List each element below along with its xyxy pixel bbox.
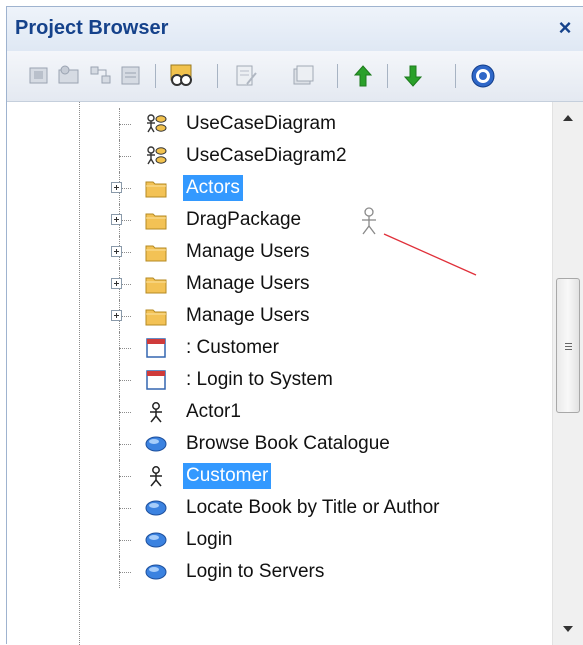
expand-toggle-icon[interactable] bbox=[111, 182, 122, 193]
tree-item[interactable]: Login to Servers bbox=[7, 556, 551, 588]
panel-titlebar: Project Browser × bbox=[7, 7, 583, 51]
tree-connector bbox=[119, 124, 131, 125]
use-case-icon bbox=[145, 529, 167, 551]
expand-toggle-icon[interactable] bbox=[111, 246, 122, 257]
tree-connector bbox=[119, 348, 131, 349]
instance-icon bbox=[145, 369, 167, 391]
scroll-up-arrow-icon[interactable] bbox=[553, 104, 583, 132]
actor-icon bbox=[145, 401, 167, 423]
use-case-icon bbox=[145, 433, 167, 455]
tree-item[interactable]: UseCaseDiagram2 bbox=[7, 140, 551, 172]
tree-item-label: Manage Users bbox=[186, 241, 310, 262]
folder-icon bbox=[145, 273, 167, 295]
tree-item-label: Manage Users bbox=[186, 305, 310, 326]
vertical-scrollbar[interactable] bbox=[552, 102, 583, 645]
use-case-icon bbox=[145, 561, 167, 583]
tree-connector bbox=[119, 380, 131, 381]
tree-item[interactable]: DragPackage bbox=[7, 204, 551, 236]
tree-item[interactable]: Actor1 bbox=[7, 396, 551, 428]
expand-toggle-icon[interactable] bbox=[111, 214, 122, 225]
tree-item[interactable]: Login bbox=[7, 524, 551, 556]
project-tree[interactable]: UseCaseDiagram UseCaseDiagram2 Actors DragP… bbox=[7, 102, 551, 645]
toolbar-separator bbox=[217, 64, 218, 88]
tree-connector bbox=[119, 156, 131, 157]
help-icon[interactable] bbox=[469, 62, 497, 90]
tree-item[interactable]: Manage Users bbox=[7, 300, 551, 332]
tree-item-label: Browse Book Catalogue bbox=[186, 433, 390, 454]
tree-item[interactable]: Actors bbox=[7, 172, 551, 204]
folder-icon bbox=[145, 209, 167, 231]
move-up-icon[interactable] bbox=[349, 62, 377, 90]
scrollbar-thumb[interactable] bbox=[556, 278, 580, 413]
tree-connector bbox=[119, 476, 131, 477]
new-diagram-icon[interactable] bbox=[87, 62, 115, 90]
tree-item[interactable]: Manage Users bbox=[7, 268, 551, 300]
new-view-icon[interactable] bbox=[55, 62, 83, 90]
tree-item-label: Login to Servers bbox=[186, 561, 325, 582]
tree-connector bbox=[119, 540, 131, 541]
tree-item-label: Locate Book by Title or Author bbox=[186, 497, 440, 518]
properties-icon[interactable] bbox=[232, 62, 260, 90]
tree-connector bbox=[119, 508, 131, 509]
browser-toolbar bbox=[7, 51, 583, 102]
tree-item[interactable]: : Login to System bbox=[7, 364, 551, 396]
tree-item[interactable]: Browse Book Catalogue bbox=[7, 428, 551, 460]
folder-icon bbox=[145, 177, 167, 199]
project-browser-panel: Project Browser × UseCaseDiagram UseCaseD… bbox=[6, 6, 583, 645]
tree-item[interactable]: Customer bbox=[7, 460, 551, 492]
tree-item[interactable]: UseCaseDiagram bbox=[7, 108, 551, 140]
toolbar-separator bbox=[455, 64, 456, 88]
tree-item-label: DragPackage bbox=[186, 209, 302, 230]
folder-icon bbox=[145, 305, 167, 327]
add-element-icon[interactable] bbox=[289, 62, 317, 90]
tree-item-label: Actors bbox=[183, 175, 243, 201]
use-case-diagram-icon bbox=[145, 113, 167, 135]
tree-item-label: UseCaseDiagram bbox=[186, 113, 336, 134]
tree-item-label: Actor1 bbox=[186, 401, 241, 422]
new-element-icon[interactable] bbox=[117, 62, 145, 90]
scroll-down-arrow-icon[interactable] bbox=[553, 615, 583, 643]
tree-item-label: Customer bbox=[183, 463, 272, 489]
panel-title: Project Browser bbox=[15, 17, 169, 39]
actor-icon bbox=[145, 465, 167, 487]
find-in-tree-icon[interactable] bbox=[167, 62, 195, 90]
tree-item[interactable]: : Customer bbox=[7, 332, 551, 364]
toolbar-separator bbox=[155, 64, 156, 88]
tree-item-label: Manage Users bbox=[186, 273, 310, 294]
tree-item-label: UseCaseDiagram2 bbox=[186, 145, 347, 166]
move-down-icon[interactable] bbox=[399, 62, 427, 90]
tree-item[interactable]: Locate Book by Title or Author bbox=[7, 492, 551, 524]
tree-item-label: : Customer bbox=[186, 337, 279, 358]
tree-connector bbox=[119, 444, 131, 445]
expand-toggle-icon[interactable] bbox=[111, 310, 122, 321]
folder-icon bbox=[145, 241, 167, 263]
toolbar-separator bbox=[387, 64, 388, 88]
tree-item[interactable]: Manage Users bbox=[7, 236, 551, 268]
tree-item-label: Login bbox=[186, 529, 233, 550]
use-case-diagram-icon bbox=[145, 145, 167, 167]
expand-toggle-icon[interactable] bbox=[111, 278, 122, 289]
toolbar-separator bbox=[337, 64, 338, 88]
new-package-icon[interactable] bbox=[25, 62, 53, 90]
use-case-icon bbox=[145, 497, 167, 519]
tree-connector bbox=[119, 412, 131, 413]
instance-icon bbox=[145, 337, 167, 359]
tree-item-label: : Login to System bbox=[186, 369, 333, 390]
tree-connector bbox=[119, 572, 131, 573]
close-icon[interactable]: × bbox=[553, 14, 577, 42]
